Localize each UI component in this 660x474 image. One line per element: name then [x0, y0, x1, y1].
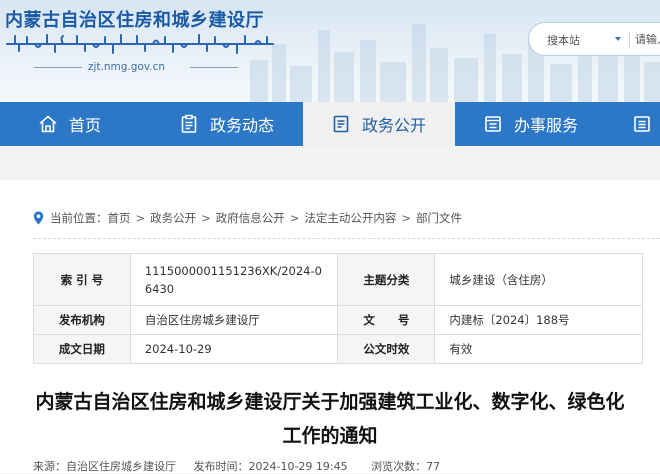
breadcrumb-separator: > — [401, 211, 412, 225]
breadcrumb-separator: > — [135, 211, 146, 225]
search-box: 搜本站 — [528, 22, 660, 56]
nav-item-more[interactable] — [632, 102, 660, 146]
mongolian-script-logo — [6, 34, 274, 54]
nav-item-services[interactable]: 办事服务 — [483, 102, 578, 146]
written-date-value: 2024-10-29 — [129, 334, 339, 364]
list-icon — [634, 116, 650, 132]
domain-divider-left — [34, 67, 82, 68]
nav-item-label: 办事服务 — [514, 116, 579, 135]
breadcrumb-statutory-disclosure[interactable]: 法定主动公开内容 — [304, 210, 396, 226]
search-scope-select[interactable]: 搜本站 — [547, 32, 580, 48]
search-input[interactable] — [635, 30, 660, 48]
breadcrumb-gov-info-disclosure[interactable]: 政府信息公开 — [216, 210, 285, 226]
breadcrumb-separator: > — [289, 211, 300, 225]
nav-item-label: 政务动态 — [210, 116, 275, 135]
category-value: 城乡建设（含住房） — [434, 253, 643, 306]
doc-number-value: 内建标〔2024〕188号 — [434, 305, 643, 335]
nav-item-label: 政务公开 — [362, 116, 427, 135]
document-meta-table: 索 引 号 1115000001151236XK/2024-06430 主题分类… — [33, 253, 643, 364]
doc-number-label: 文 号 — [337, 305, 436, 335]
table-row: 成文日期 2024-10-29 公文时效 有效 — [33, 334, 643, 364]
written-date-label: 成文日期 — [33, 334, 131, 364]
issuer-value: 自治区住房城乡建设厅 — [129, 305, 339, 335]
caret-down-icon[interactable] — [615, 37, 621, 41]
location-pin-icon — [33, 211, 44, 225]
breadcrumb-government-affairs[interactable]: 政务公开 — [150, 210, 196, 226]
article-view-count: 浏览次数：77 — [371, 460, 441, 473]
news-icon — [181, 114, 197, 133]
article-title: 内蒙古自治区住房和城乡建设厅关于加强建筑工业化、数字化、绿色化工作的通知 — [35, 391, 625, 447]
site-domain: zjt.nmg.gov.cn — [88, 61, 166, 73]
issuer-label: 发布机构 — [33, 305, 131, 335]
site-header: 内蒙古自治区住房和城乡建设厅 zjt.nmg.gov.cn 搜本站 — [0, 0, 660, 102]
nav-item-government-affairs[interactable]: 政务公开 — [303, 102, 455, 146]
nav-item-home[interactable]: 首页 — [38, 102, 101, 146]
service-icon — [485, 116, 501, 132]
breadcrumb-divider — [33, 238, 660, 239]
nav-item-label: 首页 — [69, 116, 102, 135]
content-panel: 当前位置： 首页 > 政务公开 > 政府信息公开 > 法定主动公开内容 > 部门… — [0, 180, 660, 473]
breadcrumb-separator: > — [201, 211, 211, 225]
breadcrumb-home[interactable]: 首页 — [108, 210, 131, 226]
article-publish-time: 发布时间：2024-10-29 19:45 — [193, 460, 348, 473]
nav-item-news[interactable]: 政务动态 — [179, 102, 274, 146]
site-title: 内蒙古自治区住房和城乡建设厅 — [5, 10, 264, 31]
breadcrumb-prefix: 当前位置： — [50, 211, 108, 225]
index-value: 1115000001151236XK/2024-06430 — [129, 253, 339, 306]
table-row: 发布机构 自治区住房城乡建设厅 文 号 内建标〔2024〕188号 — [33, 305, 643, 335]
article-source: 来源：自治区住房城乡建设厅 — [33, 460, 176, 473]
domain-divider-right — [190, 67, 238, 68]
validity-value: 有效 — [434, 334, 643, 364]
table-row: 索 引 号 1115000001151236XK/2024-06430 主题分类… — [33, 253, 643, 306]
validity-label: 公文时效 — [337, 334, 436, 364]
search-divider — [629, 32, 630, 48]
home-icon — [39, 115, 57, 133]
main-nav: 首页 政务动态 政务公开 办事服务 — [0, 102, 660, 146]
breadcrumb-department-documents[interactable]: 部门文件 — [416, 210, 462, 226]
index-label: 索 引 号 — [33, 253, 131, 306]
article-info-bar: 来源：自治区住房城乡建设厅 发布时间：2024-10-29 19:45 浏览次数… — [33, 458, 440, 474]
document-icon — [333, 115, 349, 133]
breadcrumb: 当前位置： 首页 > 政务公开 > 政府信息公开 > 法定主动公开内容 > 部门… — [33, 210, 462, 226]
category-label: 主题分类 — [337, 253, 436, 306]
